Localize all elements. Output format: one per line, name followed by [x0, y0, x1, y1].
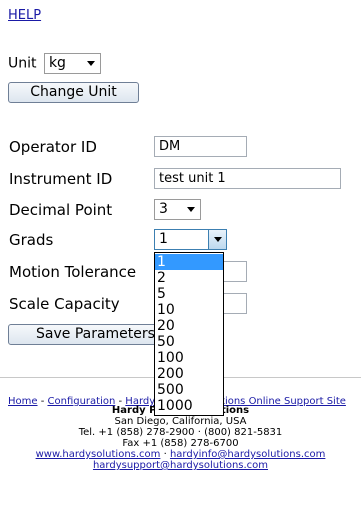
chevron-down-icon [187, 207, 195, 212]
grads-option[interactable]: 200 [155, 366, 223, 382]
decimal-point-label: Decimal Point [9, 201, 113, 219]
grads-dropdown-list[interactable]: 1 2 5 10 20 50 100 200 500 1000 [154, 252, 224, 416]
grads-option[interactable]: 1 [155, 254, 223, 270]
website-link[interactable]: www.hardysolutions.com [36, 449, 161, 460]
unit-row: Unit kg [8, 53, 101, 74]
company-fax: Fax +1 (858) 278-6700 [122, 438, 239, 449]
chevron-down-icon [214, 237, 222, 242]
scale-capacity-label: Scale Capacity [9, 295, 120, 313]
unit-select-value: kg [48, 55, 66, 71]
grads-select[interactable]: 1 [154, 229, 227, 250]
grads-dropdown-button[interactable] [208, 230, 226, 249]
operator-id-field[interactable]: DM [154, 136, 247, 157]
change-unit-button[interactable]: Change Unit [8, 82, 139, 103]
help-link[interactable]: HELP [8, 8, 41, 23]
grads-value: 1 [159, 231, 168, 247]
instrument-id-label: Instrument ID [9, 170, 113, 188]
motion-tolerance-label: Motion Tolerance [9, 263, 137, 281]
chevron-down-icon [86, 61, 95, 66]
company-address: San Diego, California, USA [114, 416, 247, 427]
grads-option[interactable]: 5 [155, 286, 223, 302]
grads-option[interactable]: 100 [155, 350, 223, 366]
decimal-point-value: 3 [159, 201, 168, 217]
grads-option[interactable]: 10 [155, 302, 223, 318]
info-email-link[interactable]: hardyinfo@hardysolutions.com [170, 449, 325, 460]
grads-option[interactable]: 500 [155, 382, 223, 398]
grads-option[interactable]: 20 [155, 318, 223, 334]
grads-option[interactable]: 1000 [155, 398, 223, 414]
company-phone: Tel. +1 (858) 278-2900 · (800) 821-5831 [78, 427, 283, 438]
grads-option[interactable]: 2 [155, 270, 223, 286]
footer-separator: · [160, 449, 170, 460]
instrument-id-field[interactable]: test unit 1 [154, 168, 341, 189]
grads-label: Grads [9, 231, 54, 249]
unit-label: Unit [8, 55, 37, 72]
unit-select[interactable]: kg [43, 53, 101, 74]
footer-web-links: www.hardysolutions.com · hardyinfo@hardy… [0, 449, 361, 460]
operator-id-label: Operator ID [9, 138, 97, 156]
support-email-link[interactable]: hardysupport@hardysolutions.com [93, 460, 268, 471]
decimal-point-select[interactable]: 3 [154, 199, 201, 220]
save-parameters-button[interactable]: Save Parameters [8, 324, 158, 345]
grads-option[interactable]: 50 [155, 334, 223, 350]
footer-support-email: hardysupport@hardysolutions.com [0, 460, 361, 471]
